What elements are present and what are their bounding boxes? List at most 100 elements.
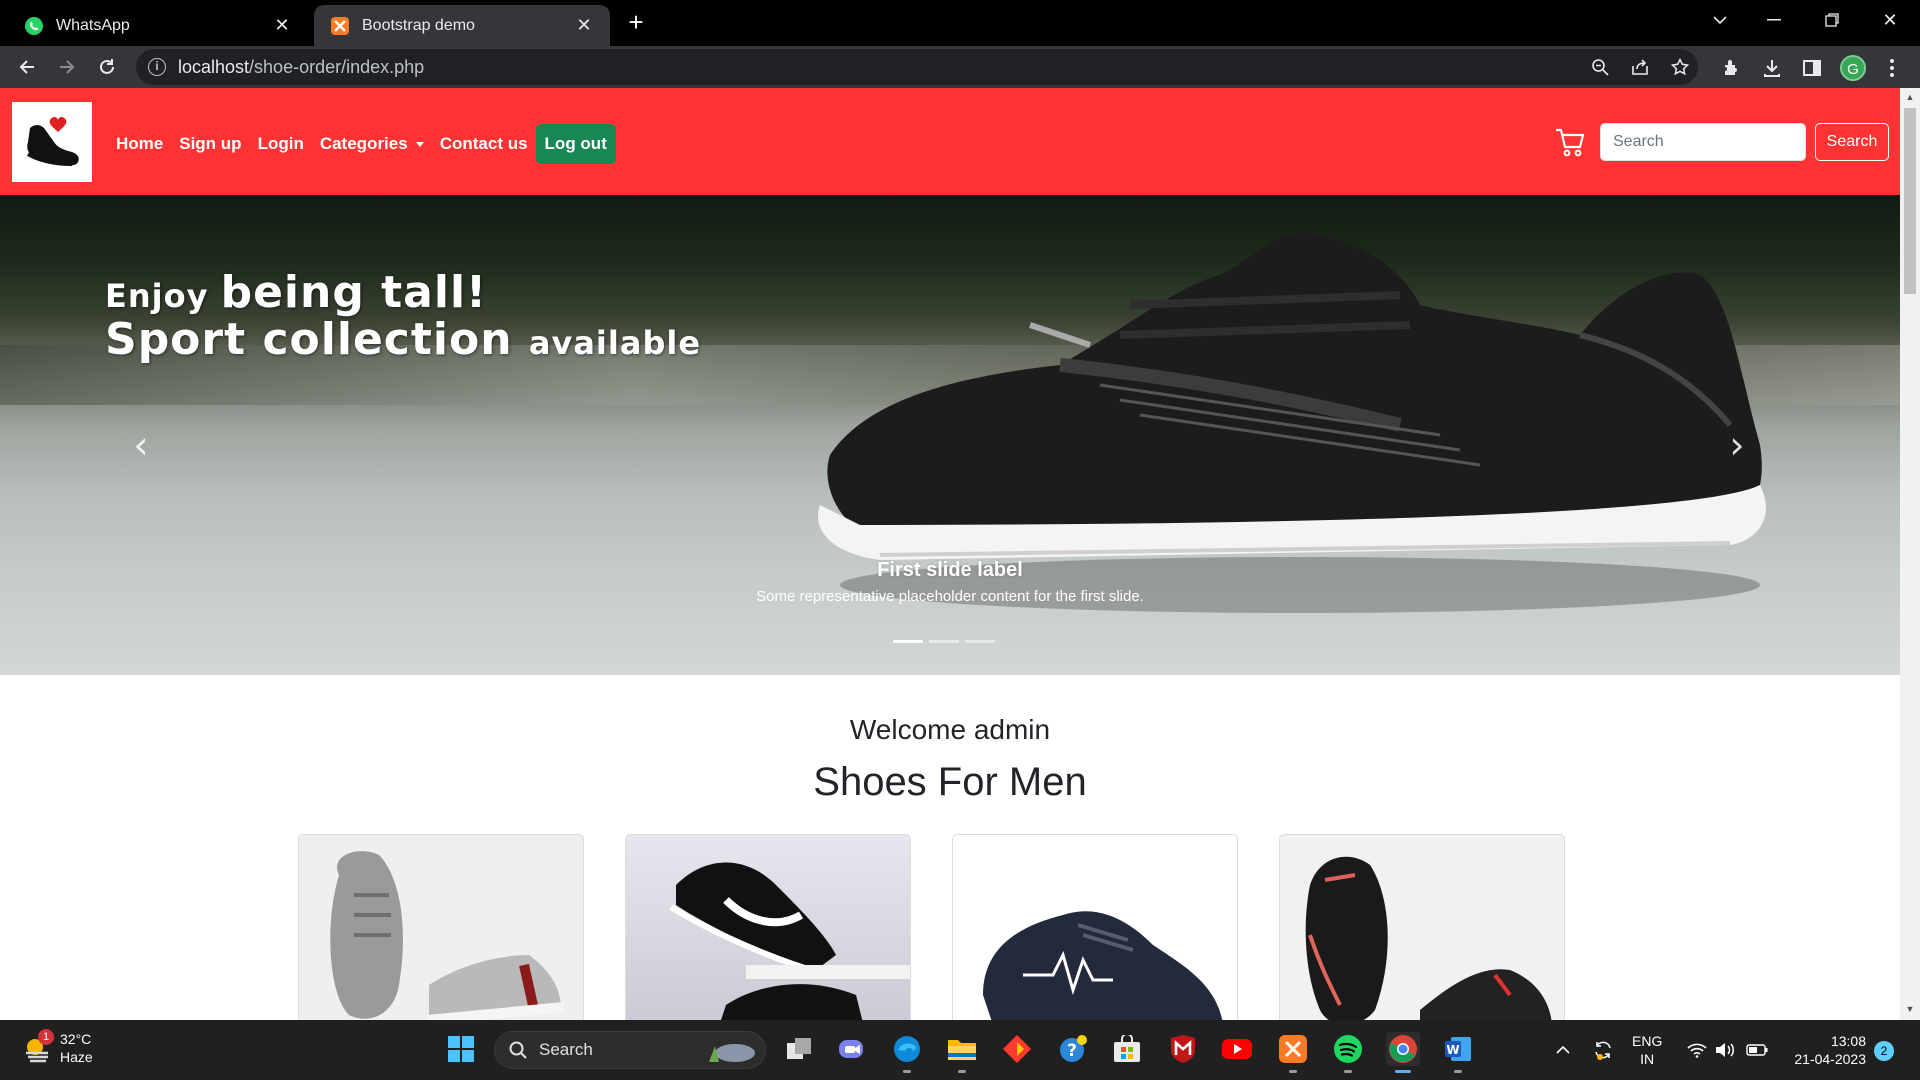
help-icon[interactable]: ? xyxy=(1056,1032,1090,1066)
svg-text:W: W xyxy=(1446,1043,1459,1057)
product-card[interactable] xyxy=(298,834,584,1020)
battery-icon[interactable] xyxy=(1744,1020,1770,1080)
browser-tab-strip: WhatsApp ✕ Bootstrap demo ✕ + ✕ xyxy=(0,0,1920,46)
site-logo[interactable] xyxy=(12,102,92,182)
xampp-icon xyxy=(330,16,350,36)
tab-search-icon[interactable] xyxy=(1692,0,1748,40)
scrollbar-thumb[interactable] xyxy=(1904,108,1916,294)
nav-categories-label: Categories xyxy=(319,134,408,153)
weather-haze-icon: 1 xyxy=(22,1029,54,1063)
site-info-icon[interactable]: i xyxy=(148,58,166,76)
nav-login[interactable]: Login xyxy=(258,134,304,154)
shoe-logo-icon xyxy=(26,117,79,166)
slide-caption-text: Some representative placeholder content … xyxy=(756,588,1144,605)
reload-icon[interactable] xyxy=(92,52,122,82)
address-bar[interactable]: i localhost/shoe-order/index.php xyxy=(136,49,1698,85)
nav-categories-dropdown[interactable]: Categories xyxy=(320,134,424,154)
word-icon[interactable]: W xyxy=(1441,1032,1475,1073)
page-viewport: Home Sign up Login Categories Contact us… xyxy=(0,88,1900,1020)
edge-icon[interactable] xyxy=(890,1032,924,1073)
tab-title: Bootstrap demo xyxy=(362,16,475,34)
close-tab-icon[interactable]: ✕ xyxy=(272,15,292,36)
search-icon xyxy=(509,1041,527,1059)
carousel-next-icon[interactable]: › xyxy=(1722,425,1752,465)
bookmark-star-icon[interactable] xyxy=(1670,57,1690,77)
windows-taskbar: 1 32°C Haze Search ? W ENG IN 13:08 21-0… xyxy=(0,1020,1920,1080)
welcome-message: Welcome admin xyxy=(849,714,1051,745)
whatsapp-icon xyxy=(24,16,44,36)
youtube-icon[interactable] xyxy=(1220,1032,1254,1066)
close-window-icon[interactable]: ✕ xyxy=(1862,0,1918,40)
carousel-indicator[interactable] xyxy=(965,640,995,643)
sneaker-image xyxy=(818,233,1766,613)
share-icon[interactable] xyxy=(1630,57,1650,77)
search-highlight-icon xyxy=(709,1044,755,1062)
app-red-diamond-icon[interactable] xyxy=(1000,1032,1034,1066)
taskbar-clock[interactable]: 13:08 21-04-2023 xyxy=(1786,1032,1866,1068)
microsoft-store-icon[interactable] xyxy=(1110,1032,1144,1066)
carousel-prev-icon[interactable]: ‹ xyxy=(126,425,156,465)
back-icon[interactable] xyxy=(12,52,42,82)
teams-chat-icon[interactable] xyxy=(834,1032,868,1066)
taskbar-search-label: Search xyxy=(539,1040,593,1059)
logout-button[interactable]: Log out xyxy=(535,124,616,164)
weather-temp: 32°C xyxy=(60,1031,92,1047)
extensions-icon[interactable] xyxy=(1720,56,1744,80)
mcafee-icon[interactable] xyxy=(1166,1032,1200,1066)
product-card[interactable] xyxy=(1279,834,1565,1020)
caret-down-icon xyxy=(415,142,424,148)
scroll-down-icon[interactable]: ▼ xyxy=(1905,1004,1915,1014)
scroll-up-icon[interactable]: ▲ xyxy=(1905,92,1915,102)
notification-badge[interactable]: 2 xyxy=(1874,1041,1894,1061)
tab-bootstrap-demo[interactable]: Bootstrap demo ✕ xyxy=(314,5,610,46)
sync-icon[interactable] xyxy=(1588,1020,1618,1080)
weather-badge: 1 xyxy=(38,1029,54,1045)
carousel-indicators xyxy=(890,640,998,643)
carousel-indicator[interactable] xyxy=(929,640,959,643)
weather-widget[interactable]: 1 32°C Haze xyxy=(22,1029,93,1066)
search-input[interactable]: Search xyxy=(1600,123,1806,161)
menu-dots-icon[interactable] xyxy=(1880,56,1904,80)
show-hidden-icons-icon[interactable] xyxy=(1552,1020,1574,1080)
product-card[interactable] xyxy=(952,834,1238,1020)
svg-text:?: ? xyxy=(1067,1041,1077,1061)
start-icon[interactable] xyxy=(444,1032,478,1066)
tab-whatsapp[interactable]: WhatsApp ✕ xyxy=(8,5,308,46)
spotify-icon[interactable] xyxy=(1331,1032,1365,1073)
product-image xyxy=(669,862,910,1020)
forward-icon[interactable] xyxy=(52,52,82,82)
minimize-icon[interactable] xyxy=(1746,0,1802,40)
product-image xyxy=(1305,856,1552,1020)
nav-home[interactable]: Home xyxy=(116,134,163,154)
site-navbar: Home Sign up Login Categories Contact us… xyxy=(0,88,1900,195)
side-panel-icon[interactable] xyxy=(1800,56,1824,80)
hero-carousel: Enjoy being tall! Sport collection avail… xyxy=(0,195,1900,675)
chrome-icon[interactable] xyxy=(1386,1032,1420,1073)
nav-signup[interactable]: Sign up xyxy=(179,134,241,154)
close-tab-icon[interactable]: ✕ xyxy=(574,15,594,36)
restore-icon[interactable] xyxy=(1804,0,1860,40)
cart-icon[interactable] xyxy=(1554,126,1586,158)
section-title: Shoes For Men xyxy=(813,760,1087,804)
new-tab-button[interactable]: + xyxy=(622,8,650,36)
wifi-icon[interactable] xyxy=(1684,1020,1710,1080)
taskbar-search[interactable]: Search xyxy=(494,1031,766,1069)
product-card[interactable] xyxy=(625,834,911,1020)
main-nav: Home Sign up Login Categories Contact us… xyxy=(116,124,616,164)
search-button[interactable]: Search xyxy=(1815,123,1889,161)
volume-icon[interactable] xyxy=(1712,1020,1738,1080)
task-view-icon[interactable] xyxy=(782,1032,816,1066)
slide-headline: Enjoy being tall! Sport collection avail… xyxy=(105,267,702,365)
language-indicator[interactable]: ENG IN xyxy=(1632,1032,1662,1068)
zoom-icon[interactable] xyxy=(1590,57,1610,77)
carousel-indicator[interactable] xyxy=(893,640,923,643)
url-text: localhost/shoe-order/index.php xyxy=(178,57,425,77)
product-image xyxy=(983,911,1223,1020)
download-icon[interactable] xyxy=(1760,56,1784,80)
xampp-taskbar-icon[interactable] xyxy=(1276,1032,1310,1073)
nav-contact[interactable]: Contact us xyxy=(440,134,528,154)
profile-avatar[interactable]: G xyxy=(1840,55,1866,81)
file-explorer-icon[interactable] xyxy=(945,1032,979,1073)
page-scrollbar[interactable]: ▲ ▼ xyxy=(1900,88,1920,1020)
tab-title: WhatsApp xyxy=(56,16,130,34)
